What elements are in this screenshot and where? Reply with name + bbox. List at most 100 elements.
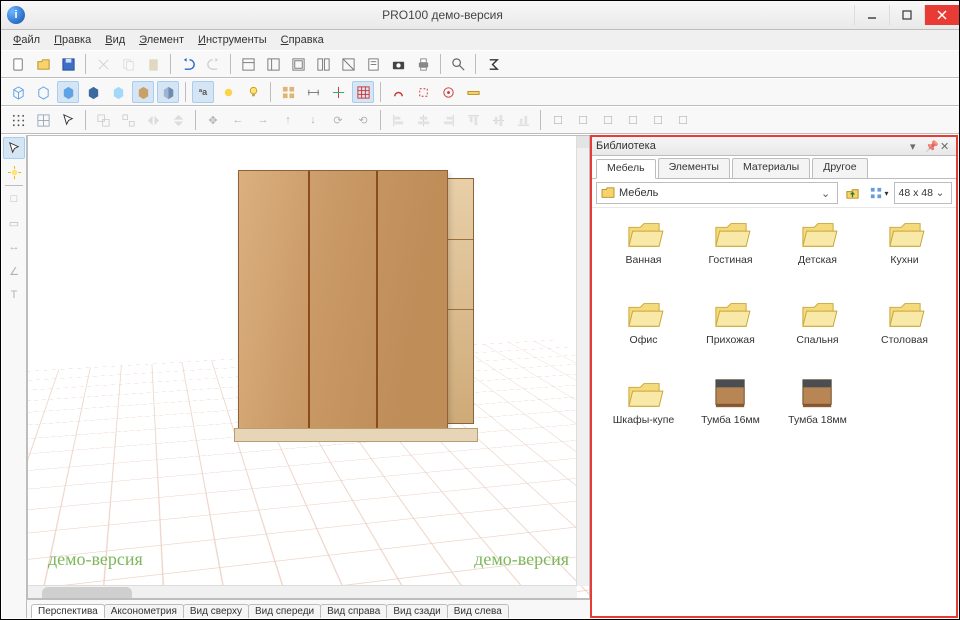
path-combo[interactable]: Мебель ⌄ xyxy=(596,182,838,204)
align-bottom-icon[interactable] xyxy=(512,109,534,131)
library-item[interactable]: Тумба 18мм xyxy=(776,376,859,452)
cut-button[interactable] xyxy=(92,53,114,75)
menu-view[interactable]: Вид xyxy=(99,32,131,48)
camera-button[interactable] xyxy=(387,53,409,75)
close-button[interactable] xyxy=(924,5,959,25)
save-button[interactable] xyxy=(57,53,79,75)
library-item[interactable]: Спальня xyxy=(776,296,859,372)
new-button[interactable] xyxy=(7,53,29,75)
dim-tool[interactable]: ↔ xyxy=(3,236,25,258)
view-mode-button[interactable]: ▾ xyxy=(868,182,890,204)
library-item[interactable]: Столовая xyxy=(863,296,946,372)
align-left-icon[interactable] xyxy=(387,109,409,131)
zoom-button[interactable] xyxy=(447,53,469,75)
open-button[interactable] xyxy=(32,53,54,75)
library-item[interactable]: Прихожая xyxy=(689,296,772,372)
rotate-ccw-icon[interactable]: ⟲ xyxy=(352,109,374,131)
select-tool-icon[interactable] xyxy=(57,109,79,131)
close-panel-icon[interactable]: ✕ xyxy=(940,140,952,152)
light-tool[interactable] xyxy=(3,161,25,183)
extra-c-icon[interactable]: ☐ xyxy=(597,109,619,131)
libtab-elements[interactable]: Элементы xyxy=(658,158,730,178)
undo-button[interactable] xyxy=(177,53,199,75)
axis-icon[interactable] xyxy=(327,81,349,103)
horizontal-scrollbar[interactable] xyxy=(28,585,577,598)
shaded-icon[interactable] xyxy=(157,81,179,103)
align-middle-icon[interactable] xyxy=(487,109,509,131)
library-item[interactable]: Офис xyxy=(602,296,685,372)
menu-file[interactable]: Файл xyxy=(7,32,46,48)
bulb-icon[interactable] xyxy=(242,81,264,103)
menu-edit[interactable]: Правка xyxy=(48,32,97,48)
dropdown-icon[interactable]: ▾ xyxy=(910,140,922,152)
sum-button[interactable] xyxy=(482,53,504,75)
arrow-left-icon[interactable]: ← xyxy=(227,109,249,131)
maximize-button[interactable] xyxy=(889,5,924,25)
minimize-button[interactable] xyxy=(854,5,889,25)
extra-d-icon[interactable]: ☐ xyxy=(622,109,644,131)
paste-button[interactable] xyxy=(142,53,164,75)
snap-c-icon[interactable] xyxy=(437,81,459,103)
rotate-icon[interactable]: ⟳ xyxy=(327,109,349,131)
wardrobe-model[interactable] xyxy=(238,170,448,430)
library-item[interactable]: Ванная xyxy=(602,216,685,292)
viewtab-top[interactable]: Вид сверху xyxy=(183,604,249,618)
viewtab-front[interactable]: Вид спереди xyxy=(248,604,321,618)
up-folder-button[interactable] xyxy=(842,182,864,204)
move-tool[interactable]: ✥ xyxy=(202,109,224,131)
align-right-icon[interactable] xyxy=(437,109,459,131)
copy-button[interactable] xyxy=(117,53,139,75)
flip-v-icon[interactable] xyxy=(167,109,189,131)
thumb-size-select[interactable]: 48 x 48 ⌄ xyxy=(894,182,952,204)
textured-icon[interactable] xyxy=(132,81,154,103)
box-tool[interactable]: ▭ xyxy=(3,212,25,234)
snap-grid-icon[interactable] xyxy=(32,109,54,131)
arrow-up-icon[interactable]: ↑ xyxy=(277,109,299,131)
snap-a-icon[interactable] xyxy=(387,81,409,103)
solid-icon[interactable] xyxy=(57,81,79,103)
highlight-icon[interactable] xyxy=(217,81,239,103)
rect-tool[interactable]: □ xyxy=(3,188,25,210)
multi-icon[interactable] xyxy=(277,81,299,103)
cursor-tool[interactable] xyxy=(3,137,25,159)
menu-help[interactable]: Справка xyxy=(275,32,330,48)
labels-icon[interactable]: ªа xyxy=(192,81,214,103)
libtab-other[interactable]: Другое xyxy=(812,158,867,178)
snap-b-icon[interactable] xyxy=(412,81,434,103)
panel-b-button[interactable] xyxy=(262,53,284,75)
dims-icon[interactable] xyxy=(302,81,324,103)
libtab-furniture[interactable]: Мебель xyxy=(596,159,656,179)
angle-tool[interactable]: ∠ xyxy=(3,260,25,282)
ungroup-icon[interactable] xyxy=(117,109,139,131)
snap-points-icon[interactable] xyxy=(7,109,29,131)
panel-e-button[interactable] xyxy=(337,53,359,75)
extra-a-icon[interactable]: ☐ xyxy=(547,109,569,131)
measure-icon[interactable] xyxy=(462,81,484,103)
wireframe-icon[interactable] xyxy=(7,81,29,103)
dark-icon[interactable] xyxy=(82,81,104,103)
report-button[interactable] xyxy=(362,53,384,75)
grid-icon[interactable] xyxy=(352,81,374,103)
library-item[interactable]: Тумба 16мм xyxy=(689,376,772,452)
align-top-icon[interactable] xyxy=(462,109,484,131)
align-center-icon[interactable] xyxy=(412,109,434,131)
libtab-materials[interactable]: Материалы xyxy=(732,158,810,178)
vertical-scrollbar[interactable] xyxy=(576,136,589,586)
redo-button[interactable] xyxy=(202,53,224,75)
library-item[interactable]: Кухни xyxy=(863,216,946,292)
viewtab-perspective[interactable]: Перспектива xyxy=(31,604,105,618)
panel-a-button[interactable] xyxy=(237,53,259,75)
menu-element[interactable]: Элемент xyxy=(133,32,190,48)
arrow-down-icon[interactable]: ↓ xyxy=(302,109,324,131)
outline-icon[interactable] xyxy=(32,81,54,103)
menu-tools[interactable]: Инструменты xyxy=(192,32,273,48)
group-icon[interactable] xyxy=(92,109,114,131)
viewtab-right[interactable]: Вид справа xyxy=(320,604,387,618)
text-tool[interactable]: T xyxy=(3,284,25,306)
panel-d-button[interactable] xyxy=(312,53,334,75)
arrow-right-icon[interactable]: → xyxy=(252,109,274,131)
extra-e-icon[interactable]: ☐ xyxy=(647,109,669,131)
viewtab-left[interactable]: Вид слева xyxy=(447,604,509,618)
translucent-icon[interactable] xyxy=(107,81,129,103)
flip-h-icon[interactable] xyxy=(142,109,164,131)
